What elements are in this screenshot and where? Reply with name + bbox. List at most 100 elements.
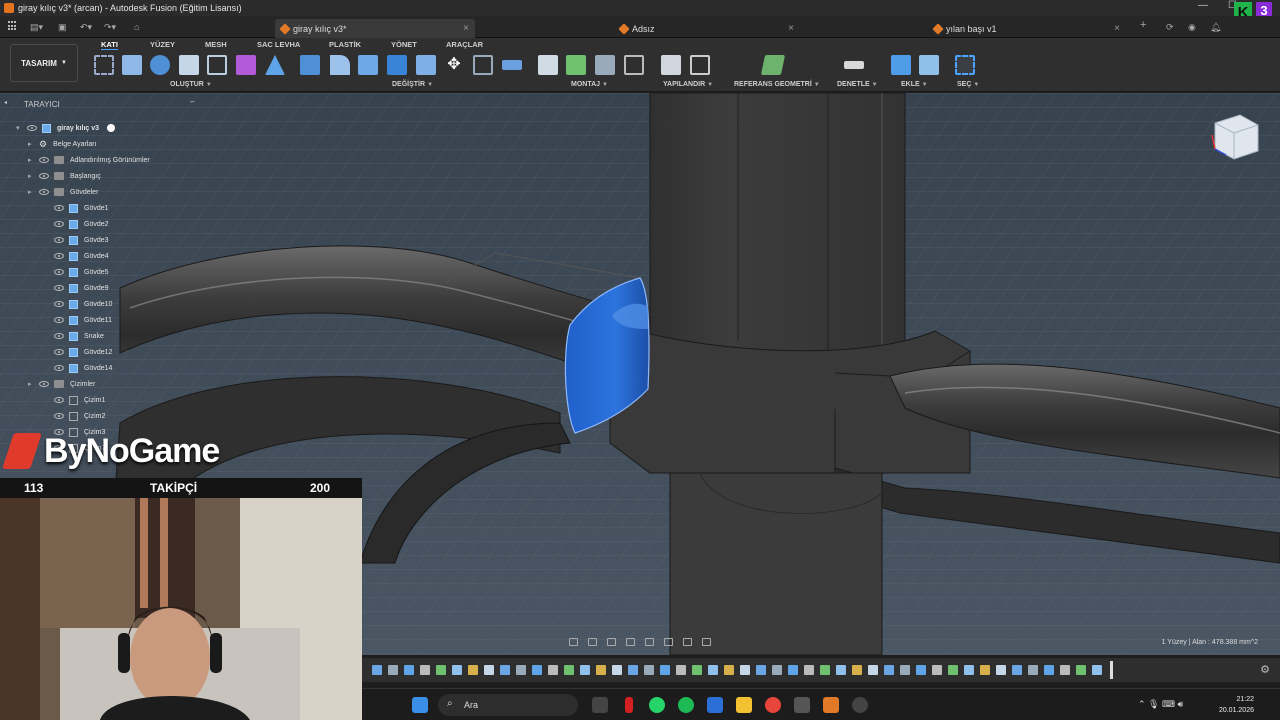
tree-item[interactable]: Gövde5 [54, 265, 109, 279]
chamfer-icon[interactable] [358, 55, 378, 75]
browser-minimize-icon[interactable]: – [190, 97, 194, 106]
epic-games-icon[interactable] [794, 697, 810, 713]
visibility-icon[interactable] [54, 253, 64, 259]
ribbon-tab-sac-levha[interactable]: SAC LEVHA [257, 40, 300, 49]
notifications-icon[interactable]: 🔔︎ [1210, 22, 1221, 33]
hole-icon[interactable] [179, 55, 199, 75]
tree-item[interactable]: Gövde3 [54, 233, 109, 247]
timeline-feature-icon[interactable] [884, 665, 894, 675]
timeline-feature-icon[interactable] [900, 665, 910, 675]
timeline-feature-icon[interactable] [548, 665, 558, 675]
visibility-icon[interactable] [39, 173, 49, 179]
taskbar-search[interactable]: ⌕ Ara [438, 694, 578, 716]
look-at-icon[interactable] [588, 638, 597, 646]
measure-icon[interactable] [844, 61, 864, 69]
tree-item[interactable]: Gövde10 [54, 297, 112, 311]
table-icon[interactable] [690, 55, 710, 75]
tree-item[interactable]: Çizim1 [54, 393, 105, 407]
combine-icon[interactable] [416, 55, 436, 75]
configure-icon[interactable] [661, 55, 681, 75]
tree-item[interactable]: Snake [54, 329, 104, 343]
tree-item[interactable]: ▸ Başlangıç [28, 169, 101, 183]
timeline-feature-icon[interactable] [500, 665, 510, 675]
tree-item[interactable]: Gövde1 [54, 201, 109, 215]
timeline-feature-icon[interactable] [740, 665, 750, 675]
tree-item[interactable]: Gövde11 [54, 313, 112, 327]
timeline-feature-icon[interactable] [1076, 665, 1086, 675]
group-sec[interactable]: SEÇ ▼ [957, 81, 979, 88]
orbit-icon[interactable] [569, 638, 578, 646]
timeline-feature-icon[interactable] [564, 665, 574, 675]
timeline-feature-icon[interactable] [868, 665, 878, 675]
timeline-feature-icon[interactable] [916, 665, 926, 675]
timeline-feature-icon[interactable] [820, 665, 830, 675]
home-icon[interactable]: ⌂ [134, 22, 139, 32]
visibility-icon[interactable] [54, 269, 64, 275]
new-tab-icon[interactable]: + [1140, 19, 1146, 31]
timeline-feature-icon[interactable] [660, 665, 670, 675]
timeline-feature-icon[interactable] [708, 665, 718, 675]
visibility-icon[interactable] [54, 397, 64, 403]
tab-yilan-basi[interactable]: yılan başı v1 × [928, 19, 1126, 38]
ribbon-tab-mesh[interactable]: MESH [205, 40, 227, 49]
fusion-taskbar-icon[interactable] [823, 697, 839, 713]
timeline-feature-icon[interactable] [852, 665, 862, 675]
tree-item[interactable]: ▸ Adlandırılmış Görünümler [28, 153, 150, 167]
create-sketch-icon[interactable] [94, 55, 114, 75]
visibility-icon[interactable] [54, 205, 64, 211]
grid-settings-icon[interactable] [683, 638, 692, 646]
task-view-icon[interactable] [592, 697, 608, 713]
tree-item[interactable]: Gövde9 [54, 281, 109, 295]
extensions-icon[interactable]: ⟳ [1166, 22, 1174, 33]
pan-icon[interactable] [607, 638, 616, 646]
windows-start-icon[interactable] [412, 697, 428, 713]
group-referans-geometri[interactable]: REFERANS GEOMETRİ ▼ [734, 81, 820, 88]
system-tray-icons[interactable]: ⌃ 🎙︎ ⌨︎ 🔊︎ [1138, 699, 1183, 710]
new-component-icon[interactable] [538, 55, 558, 75]
visibility-icon[interactable] [54, 285, 64, 291]
tree-item[interactable]: ▸ Gövdeler [28, 185, 98, 199]
timeline-feature-icon[interactable] [388, 665, 398, 675]
ribbon-tab-yuzey[interactable]: YÜZEY [150, 40, 175, 49]
tab-adsiz[interactable]: Adsız × [614, 19, 800, 38]
select-icon[interactable] [955, 55, 975, 75]
group-denetle[interactable]: DENETLE ▼ [837, 81, 878, 88]
timeline-feature-icon[interactable] [468, 665, 478, 675]
timeline-feature-icon[interactable] [836, 665, 846, 675]
insert-image-icon[interactable] [919, 55, 939, 75]
ribbon-tab-yonet[interactable]: YÖNET [391, 40, 417, 49]
align-icon[interactable] [473, 55, 493, 75]
tree-item[interactable]: Çizim2 [54, 409, 105, 423]
timeline-feature-icon[interactable] [948, 665, 958, 675]
create-more-icon[interactable] [265, 55, 285, 75]
chrome-icon[interactable] [765, 697, 781, 713]
close-tab-icon[interactable]: × [1114, 23, 1120, 34]
ribbon-tab-plastik[interactable]: PLASTİK [329, 40, 361, 49]
visibility-icon[interactable] [54, 413, 64, 419]
timeline-feature-icon[interactable] [804, 665, 814, 675]
timeline-feature-icon[interactable] [756, 665, 766, 675]
timeline-feature-icon[interactable] [1012, 665, 1022, 675]
collapse-icon[interactable]: ◂ [4, 99, 7, 106]
zoom-icon[interactable] [626, 638, 635, 646]
timeline-feature-icon[interactable] [532, 665, 542, 675]
tree-item[interactable]: Gövde4 [54, 249, 109, 263]
close-tab-icon[interactable]: × [788, 23, 794, 34]
display-settings-icon[interactable] [664, 638, 673, 646]
chevron-right-icon[interactable]: ▸ [28, 140, 36, 148]
viewports-icon[interactable] [702, 638, 711, 646]
move-icon[interactable]: ✥ [444, 55, 464, 75]
timeline-feature-icon[interactable] [612, 665, 622, 675]
visibility-icon[interactable] [54, 301, 64, 307]
visibility-icon[interactable] [54, 365, 64, 371]
timeline-feature-icon[interactable] [1060, 665, 1070, 675]
chevron-icon[interactable]: ▸ [28, 156, 36, 164]
group-olustur[interactable]: OLUŞTUR ▼ [170, 81, 212, 88]
extrude-icon[interactable] [122, 55, 142, 75]
fit-icon[interactable] [645, 638, 654, 646]
timeline-feature-icon[interactable] [932, 665, 942, 675]
tree-root[interactable]: ▾ giray kılıç v3 [16, 121, 116, 135]
redo-icon[interactable]: ↷▾ [104, 22, 116, 33]
visibility-icon[interactable] [39, 157, 49, 163]
as-built-joint-icon[interactable] [595, 55, 615, 75]
